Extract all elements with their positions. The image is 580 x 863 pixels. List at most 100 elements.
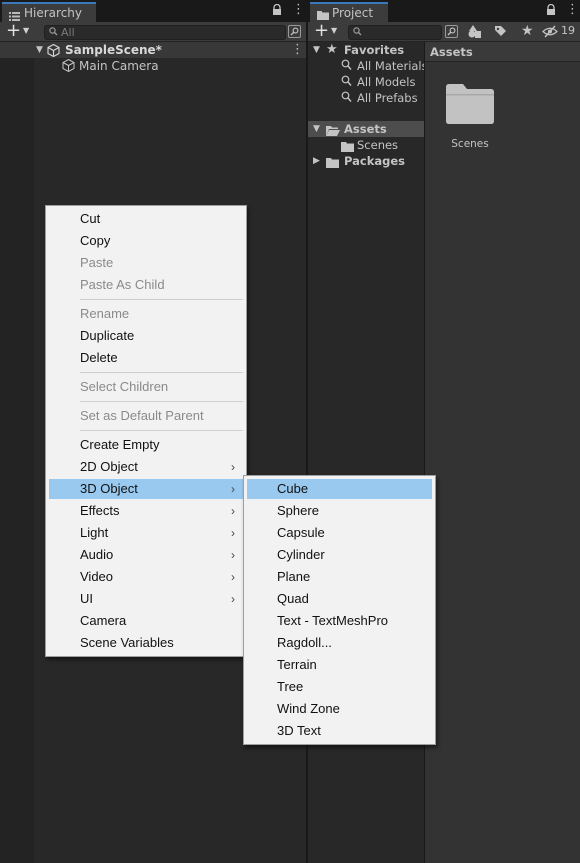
search-by-type-icon[interactable] [468, 25, 482, 42]
tree-item-favorite[interactable]: All Models [308, 74, 424, 90]
menu-item-camera[interactable]: Camera [49, 611, 243, 631]
menu-item-label: Delete [80, 350, 118, 365]
submenu-item-quad[interactable]: Quad [247, 589, 432, 609]
chevron-down-icon[interactable]: ▼ [331, 26, 337, 35]
hierarchy-item-main-camera[interactable]: Main Camera [34, 58, 306, 74]
tree-item-favorite[interactable]: All Materials [308, 58, 428, 75]
asset-item-scenes[interactable]: Scenes [437, 80, 503, 156]
project-tab-label: Project [332, 6, 374, 20]
menu-item-ui[interactable]: UI › [49, 589, 243, 609]
menu-item-2d-object[interactable]: 2D Object › [49, 457, 243, 477]
submenu-arrow-icon: › [231, 504, 235, 518]
menu-separator [80, 401, 243, 402]
project-tab[interactable]: Project [310, 2, 388, 22]
expand-arrow-icon[interactable]: ▼ [313, 121, 320, 137]
create-plus-icon[interactable]: + [6, 22, 21, 40]
tree-label: Favorites [344, 43, 405, 57]
tree-item-favorites[interactable]: ▼ ★ Favorites [308, 42, 424, 58]
menu-item-label: Select Children [80, 379, 169, 394]
menu-item-3d-object[interactable]: 3D Object › [49, 479, 243, 499]
project-search-input[interactable] [348, 25, 442, 40]
hierarchy-gutter [0, 42, 34, 863]
menu-item-label: Cylinder [277, 547, 325, 562]
menu-item-copy[interactable]: Copy [49, 231, 243, 251]
menu-item-video[interactable]: Video › [49, 567, 243, 587]
submenu-item-cylinder[interactable]: Cylinder [247, 545, 432, 565]
hidden-eye-icon[interactable] [542, 25, 558, 41]
label-tag-icon[interactable] [494, 25, 507, 41]
favorite-star-icon[interactable]: ★ [521, 23, 534, 39]
context-menu: Cut Copy Paste Paste As Child Rename Dup… [45, 205, 247, 657]
tree-label: All Prefabs [357, 91, 418, 105]
submenu-item-sphere[interactable]: Sphere [247, 501, 432, 521]
menu-item-label: Capsule [277, 525, 325, 540]
menu-item-scene-variables[interactable]: Scene Variables [49, 633, 243, 653]
gameobject-cube-icon [62, 58, 75, 76]
submenu-arrow-icon: › [231, 482, 235, 496]
collapsed-arrow-icon[interactable]: ▶ [313, 153, 320, 169]
tree-label: All Models [357, 75, 416, 89]
submenu-arrow-icon: › [231, 526, 235, 540]
tree-label: Assets [344, 122, 387, 136]
create-plus-icon[interactable]: + [314, 22, 329, 40]
search-icon [353, 27, 362, 40]
tree-item-favorite[interactable]: All Prefabs [308, 90, 424, 106]
hierarchy-tab[interactable]: Hierarchy [2, 2, 96, 22]
hierarchy-search-input[interactable]: All [44, 25, 286, 40]
menu-item-delete[interactable]: Delete [49, 348, 243, 368]
menu-item-audio[interactable]: Audio › [49, 545, 243, 565]
menu-item-label: Text - TextMeshPro [277, 613, 389, 628]
menu-item-label: Paste As Child [80, 277, 165, 292]
scene-more-icon[interactable]: ⋮ [291, 42, 304, 58]
menu-item-label: Camera [80, 613, 127, 628]
more-options-icon[interactable]: ⋮ [566, 3, 579, 17]
menu-item-label: Set as Default Parent [80, 408, 204, 423]
search-filter-icon[interactable] [288, 25, 301, 38]
menu-item-label: Plane [277, 569, 311, 584]
menu-item-label: Effects [80, 503, 120, 518]
submenu-item-3d-text[interactable]: 3D Text [247, 721, 432, 741]
submenu-item-cube[interactable]: Cube [247, 479, 432, 499]
menu-item-label: Scene Variables [80, 635, 174, 650]
submenu-item-plane[interactable]: Plane [247, 567, 432, 587]
menu-item-label: 2D Object [80, 459, 138, 474]
menu-item-label: Sphere [277, 503, 319, 518]
search-filter-icon[interactable] [445, 25, 458, 38]
search-icon [341, 75, 352, 91]
breadcrumb-item[interactable]: Assets [430, 45, 473, 59]
menu-item-label: Video [80, 569, 114, 584]
tree-label: Scenes [357, 138, 399, 152]
submenu-item-ragdoll[interactable]: Ragdoll... [247, 633, 432, 653]
menu-item-label: 3D Text [277, 723, 321, 738]
project-tab-bar: Project ⋮ [308, 0, 580, 22]
expand-arrow-icon[interactable]: ▼ [36, 42, 43, 58]
expand-arrow-icon[interactable]: ▼ [313, 42, 320, 58]
menu-item-light[interactable]: Light › [49, 523, 243, 543]
lock-icon[interactable] [272, 3, 282, 19]
submenu-item-wind-zone[interactable]: Wind Zone [247, 699, 432, 719]
menu-item-duplicate[interactable]: Duplicate [49, 326, 243, 346]
large-folder-icon [446, 84, 494, 127]
search-icon [341, 59, 352, 75]
menu-item-label: Quad [277, 591, 309, 606]
tree-item-assets[interactable]: ▼ Assets [308, 121, 424, 137]
more-options-icon[interactable]: ⋮ [292, 3, 305, 17]
menu-item-label: UI [80, 591, 93, 606]
submenu-item-terrain[interactable]: Terrain [247, 655, 432, 675]
menu-item-create-empty[interactable]: Create Empty [49, 435, 243, 455]
chevron-down-icon[interactable]: ▼ [23, 26, 29, 35]
submenu-item-capsule[interactable]: Capsule [247, 523, 432, 543]
menu-item-effects[interactable]: Effects › [49, 501, 243, 521]
menu-item-set-default-parent: Set as Default Parent [49, 406, 243, 426]
menu-item-label: Tree [277, 679, 304, 694]
submenu-item-textmeshpro[interactable]: Text - TextMeshPro [247, 611, 432, 631]
menu-item-label: Cut [80, 211, 101, 226]
tree-item-scenes[interactable]: Scenes [308, 137, 424, 153]
tree-item-packages[interactable]: ▶ Packages [308, 153, 424, 169]
submenu-item-tree[interactable]: Tree [247, 677, 432, 697]
menu-item-cut[interactable]: Cut [49, 209, 243, 229]
submenu-3d-object: Cube Sphere Capsule Cylinder Plane Quad … [243, 475, 436, 745]
lock-icon[interactable] [546, 3, 556, 19]
scene-row[interactable]: ▼ SampleScene* ⋮ [0, 42, 306, 58]
menu-item-rename: Rename [49, 304, 243, 324]
